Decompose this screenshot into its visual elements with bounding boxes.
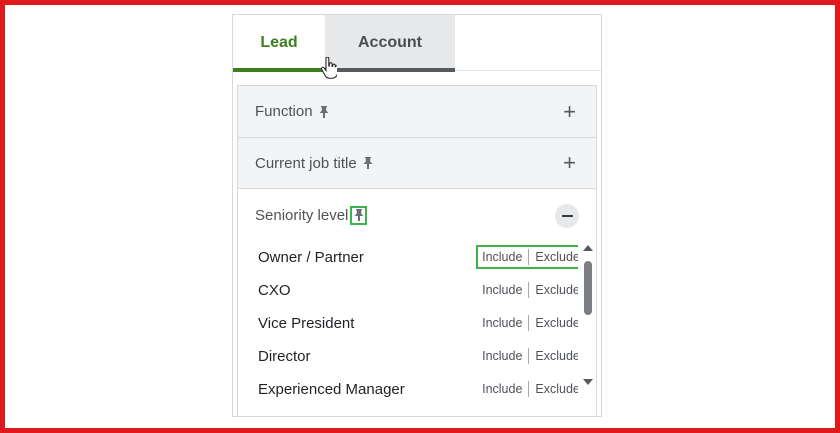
hand-cursor-icon	[321, 57, 337, 79]
seniority-header[interactable]: Seniority level	[238, 189, 596, 241]
plus-icon[interactable]: +	[563, 100, 576, 123]
list-item: Experienced Manager Include Exclude	[258, 373, 578, 401]
include-exclude: Include Exclude	[476, 344, 578, 368]
include-exclude: Include Exclude	[476, 278, 578, 302]
function-filter[interactable]: Function +	[238, 86, 596, 137]
list-item: CXO Include Exclude	[258, 274, 578, 306]
include-exclude: Include Exclude	[476, 377, 578, 401]
filter-panel: Lead Account Function + Current job titl…	[232, 14, 602, 417]
include-button[interactable]: Include	[482, 283, 522, 297]
list-item: Owner / Partner Include Exclude	[258, 241, 578, 273]
include-button[interactable]: Include	[482, 316, 522, 330]
pin-icon[interactable]	[363, 157, 373, 169]
scrollbar[interactable]	[582, 241, 594, 401]
minus-icon	[561, 215, 573, 217]
collapse-button[interactable]	[555, 204, 579, 228]
seniority-label: Seniority level	[255, 206, 349, 224]
current-job-title-label: Current job title	[255, 154, 357, 172]
exclude-button[interactable]: Exclude	[535, 316, 578, 330]
exclude-button[interactable]: Exclude	[535, 250, 578, 264]
list-item: Vice President Include Exclude	[258, 307, 578, 339]
seniority-level-filter: Seniority level Owner / Partner Include …	[237, 188, 597, 416]
scrollbar-thumb[interactable]	[584, 261, 592, 315]
exclude-button[interactable]: Exclude	[535, 349, 578, 363]
tab-lead[interactable]: Lead	[233, 15, 325, 72]
seniority-options-list: Owner / Partner Include Exclude CXO Incl…	[238, 241, 578, 401]
include-exclude-highlighted: Include Exclude	[476, 245, 578, 269]
scroll-down-icon[interactable]	[583, 379, 593, 385]
include-exclude: Include Exclude	[476, 311, 578, 335]
function-label: Function	[255, 103, 313, 120]
scroll-up-icon[interactable]	[583, 245, 593, 251]
pin-icon-highlighted[interactable]	[350, 205, 368, 225]
include-button[interactable]: Include	[482, 349, 522, 363]
current-job-title-filter[interactable]: Current job title +	[238, 137, 596, 188]
include-button[interactable]: Include	[482, 250, 522, 264]
plus-icon[interactable]: +	[563, 152, 576, 174]
include-button[interactable]: Include	[482, 382, 522, 396]
list-item: Director Include Exclude	[258, 340, 578, 372]
pin-icon[interactable]	[319, 105, 329, 118]
tab-lead-label: Lead	[260, 33, 298, 51]
exclude-button[interactable]: Exclude	[535, 382, 578, 396]
filter-accordion: Function + Current job title +	[237, 85, 597, 188]
exclude-button[interactable]: Exclude	[535, 283, 578, 297]
tab-account[interactable]: Account	[325, 15, 455, 72]
tab-account-label: Account	[358, 33, 422, 51]
pin-icon	[354, 209, 364, 221]
tab-bar: Lead Account	[233, 15, 601, 79]
